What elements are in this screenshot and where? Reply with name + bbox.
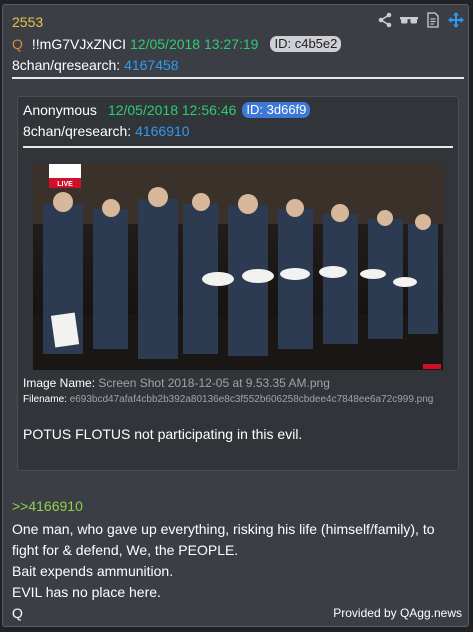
post-body-line: EVIL has no place here. xyxy=(12,584,161,600)
tripcode: !!mG7VJxZNCI xyxy=(31,36,127,52)
divider xyxy=(12,77,464,79)
quoted-timestamp: 12/05/2018 12:56:46 xyxy=(107,102,237,118)
quoted-post: Anonymous 12/05/2018 12:56:46 ID: 3d66f9… xyxy=(17,96,459,471)
quoted-post-ref-link[interactable]: 4166910 xyxy=(135,123,190,139)
image-name-row: Image Name: Screen Shot 2018-12-05 at 9.… xyxy=(23,376,330,390)
filename-label: Filename: xyxy=(23,394,67,405)
filename-row: Filename: e693bcd47afaf4cbb2b392a80136e8… xyxy=(23,394,433,405)
filename-value: e693bcd47afaf4cbb2b392a80136e8c3f552b606… xyxy=(69,394,434,405)
document-icon[interactable] xyxy=(425,12,441,28)
reply-link[interactable]: >>4166910 xyxy=(12,498,83,514)
image-name-value: Screen Shot 2018-12-05 at 9.53.35 AM.png xyxy=(98,376,330,390)
post-header: Q !!mG7VJxZNCI 12/05/2018 13:27:19 ID: c… xyxy=(12,36,342,52)
board-name: 8chan/qresearch: xyxy=(12,57,121,73)
quoted-board-line: 8chan/qresearch: 4166910 xyxy=(23,123,190,139)
image-photo: LIVE xyxy=(33,164,443,370)
post-ref-link[interactable]: 4167458 xyxy=(124,57,179,73)
toolbar-icons xyxy=(377,12,464,28)
quoted-divider xyxy=(23,146,453,148)
quoted-author: Anonymous xyxy=(23,102,97,118)
board-line: 8chan/qresearch: 4167458 xyxy=(12,57,179,73)
share-icon[interactable] xyxy=(377,12,393,28)
attached-image[interactable]: LIVE xyxy=(33,164,443,370)
post-body-line: One man, who gave up everything, risking… xyxy=(12,521,435,558)
glasses-icon[interactable] xyxy=(400,12,418,28)
post-timestamp: 12/05/2018 13:27:19 xyxy=(130,36,259,52)
quoted-id-badge[interactable]: ID: 3d66f9 xyxy=(242,102,311,118)
poster-id-badge[interactable]: ID: c4b5e2 xyxy=(270,36,342,52)
post-card: 2553 Q !!mG7VJxZNCI 12/05/2018 13:27:19 … xyxy=(2,4,469,627)
quoted-board-name: 8chan/qresearch: xyxy=(23,123,132,139)
quoted-body: POTUS FLOTUS not participating in this e… xyxy=(23,426,303,442)
post-number: 2553 xyxy=(12,14,44,30)
post-body-line: Bait expends ammunition. xyxy=(12,563,174,579)
move-icon[interactable] xyxy=(448,12,464,28)
quoted-header: Anonymous 12/05/2018 12:56:46 ID: 3d66f9 xyxy=(23,102,311,118)
q-label: Q xyxy=(12,36,23,52)
live-badge-text: LIVE xyxy=(57,181,73,188)
provided-by: Provided by QAgg.news xyxy=(333,606,462,620)
image-name-label: Image Name: xyxy=(23,376,96,390)
